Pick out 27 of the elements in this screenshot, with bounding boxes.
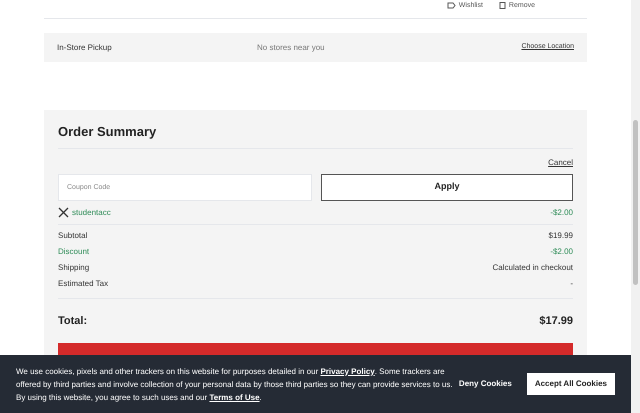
total-value: $17.99	[539, 314, 573, 328]
summary-label: Discount	[58, 246, 90, 258]
summary-label: Estimated Tax	[58, 278, 108, 290]
trash-icon	[498, 2, 506, 9]
summary-label: Subtotal	[58, 230, 88, 242]
summary-value: -	[570, 278, 573, 290]
pickup-label: In-Store Pickup	[57, 42, 113, 54]
privacy-policy-link[interactable]: Privacy Policy	[320, 366, 375, 376]
total-label: Total:	[58, 314, 88, 328]
summary-value: -$2.00	[550, 246, 573, 258]
coupon-amount: -$2.00	[550, 206, 573, 218]
apply-button[interactable]: Apply	[321, 174, 573, 200]
close-icon[interactable]	[58, 207, 69, 218]
summary-value: $19.99	[548, 230, 573, 242]
tag-icon	[446, 2, 456, 9]
cookie-notice: We use cookies, pixels and other trackers on this website for purposes detailed in our Privacy Policy. Some trackers are offered by third parties and involve collection of your personal data by those third parties so they can provide services to us. By using this website, you agree to such uses and our Terms of Use.	[16, 366, 453, 404]
order-summary-title: Order Summary	[58, 122, 573, 148]
summary-value: Calculated in checkout	[492, 262, 573, 274]
terms-of-use-link[interactable]: Terms of Use	[209, 392, 260, 402]
cancel-link[interactable]: Cancel	[548, 156, 573, 168]
scrollbar[interactable]	[631, 0, 640, 413]
summary-label: Shipping	[58, 262, 90, 274]
coupon-code: studentacc	[72, 206, 111, 218]
checkout-bar[interactable]	[58, 343, 573, 355]
deny-cookies-button[interactable]: Deny Cookies	[452, 373, 518, 395]
pickup-status: No stores near you	[257, 42, 325, 54]
accept-cookies-button[interactable]: Accept All Cookies	[526, 373, 615, 395]
